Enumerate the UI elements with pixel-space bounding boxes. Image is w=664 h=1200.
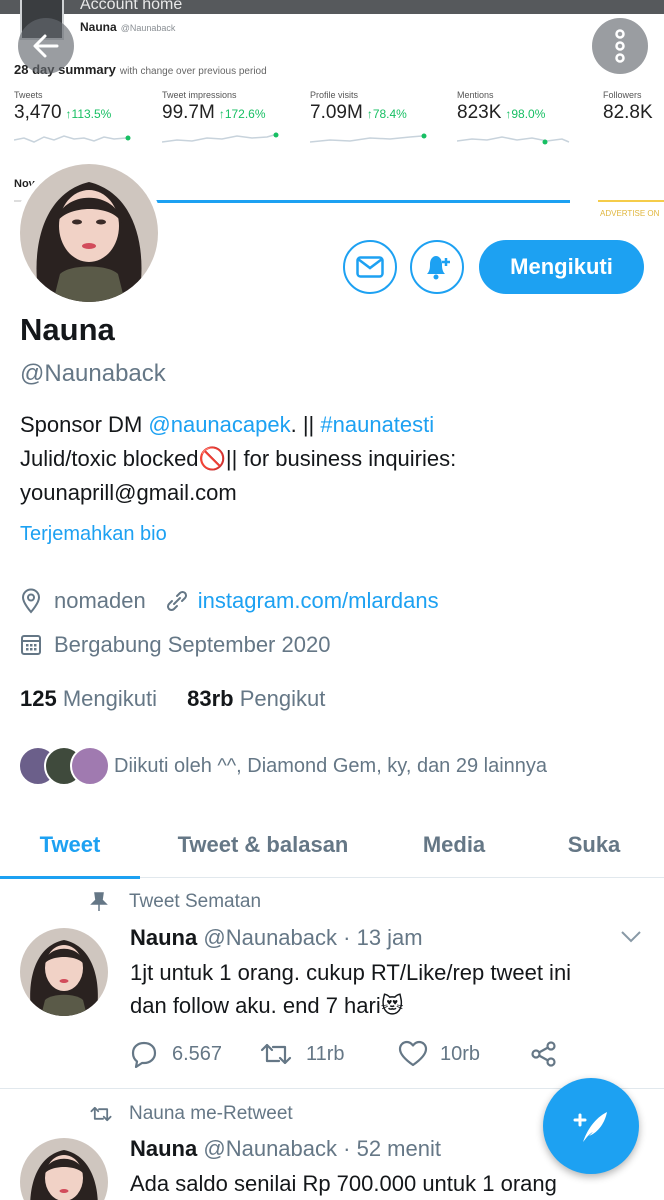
reply-button[interactable]: 6.567 — [130, 1036, 222, 1072]
metric-profile-visits: Profile visits 7.09M ↑78.4% — [310, 90, 450, 148]
sparkline-icon — [310, 133, 427, 143]
tweet-text: 1jt untuk 1 orang. cukup RT/Like/rep twe… — [130, 960, 572, 1018]
compose-feather-icon — [573, 1112, 607, 1142]
tab-tweet-replies[interactable]: Tweet & balasan — [148, 812, 378, 878]
back-button[interactable] — [18, 18, 74, 74]
metric-impressions: Tweet impressions 99.7M ↑172.6% — [162, 90, 302, 148]
tweet-time: · 52 menit — [343, 1136, 441, 1161]
profile-joined-date: Bergabung September 2020 — [54, 632, 331, 657]
tweet-time: · 13 jam — [343, 925, 423, 950]
link-icon — [166, 590, 187, 612]
profile-location: nomaden — [54, 588, 146, 613]
following-button[interactable]: Mengikuti — [479, 240, 644, 294]
metric-mentions: Mentions 823K ↑98.0% — [457, 90, 597, 148]
tweet-author-name[interactable]: Nauna — [130, 1136, 197, 1161]
arrow-left-icon — [33, 34, 59, 58]
tweet-actions: 6.567 11rb 10rb — [130, 1036, 650, 1072]
metric-tweets: Tweets 3,470 ↑113.5% — [14, 90, 154, 148]
more-options-button[interactable] — [592, 18, 648, 74]
banner-progress-bar — [150, 200, 570, 203]
profile-meta-joined: Bergabung September 2020 — [20, 632, 330, 658]
calendar-icon — [21, 635, 41, 655]
chevron-down-icon[interactable] — [620, 930, 642, 944]
tweet-author-name[interactable]: Nauna — [130, 925, 197, 950]
sparkline-icon — [162, 132, 279, 143]
envelope-icon — [356, 256, 384, 278]
reply-icon — [131, 1041, 157, 1068]
profile-meta-location-website: nomaden instagram.com/mlardans — [20, 588, 439, 614]
retweet-context: Nauna me-Retweet — [90, 1103, 293, 1125]
tweet-text: Ada saldo senilai Rp 700.000 untuk 1 ora… — [130, 1171, 557, 1196]
banner-account-handle: @Naunaback — [120, 23, 176, 33]
tab-tweet[interactable]: Tweet — [0, 812, 140, 879]
sparkline-icon — [457, 136, 570, 145]
profile-photo — [20, 164, 158, 302]
retweet-button[interactable]: 11rb — [260, 1036, 345, 1072]
tweet-author-handle: @Naunaback — [203, 925, 338, 950]
profile-avatar[interactable] — [14, 158, 164, 308]
bell-plus-icon — [427, 256, 450, 280]
profile-bio: Sponsor DM @naunacapek. || #naunatesti J… — [20, 412, 457, 505]
tab-media[interactable]: Media — [396, 812, 512, 878]
retweet-icon — [90, 1106, 112, 1122]
tweet-header: Nauna @Naunaback · 13 jam — [130, 925, 423, 951]
followed-by-text: Diikuti oleh ^^, Diamond Gem, ky, dan 29… — [114, 754, 548, 777]
bio-hashtag-link[interactable]: #naunatesti — [320, 412, 434, 437]
pin-icon — [90, 892, 108, 911]
more-vertical-icon — [615, 29, 625, 63]
translate-bio-link[interactable]: Terjemahkan bio — [20, 523, 167, 546]
profile-website-link[interactable]: instagram.com/mlardans — [198, 588, 439, 614]
notifications-button[interactable] — [410, 240, 464, 294]
tweet-avatar[interactable] — [20, 928, 108, 1016]
metric-followers: Followers 82.8K — [603, 90, 653, 123]
tweet-header: Nauna @Naunaback · 52 menit — [130, 1136, 441, 1162]
avatar — [20, 928, 108, 1016]
bio-mention-link[interactable]: @naunacapek — [148, 412, 290, 437]
banner-window-title: Account home — [80, 0, 183, 13]
tab-likes[interactable]: Suka — [536, 812, 652, 878]
profile-name: Nauna — [20, 312, 115, 347]
heart-icon — [398, 1040, 428, 1067]
retweet-icon — [260, 1043, 292, 1065]
tweet-author-handle: @Naunaback — [203, 1136, 338, 1161]
banner-account-name: Nauna @Naunaback — [80, 20, 176, 34]
profile-tabs: Tweet Tweet & balasan Media Suka — [0, 812, 664, 879]
location-pin-icon — [21, 588, 41, 614]
tweet-avatar[interactable] — [20, 1138, 108, 1200]
followers-count-link[interactable]: 83rb Pengikut — [187, 686, 325, 711]
avatar — [70, 746, 110, 786]
following-count-link[interactable]: 125 Mengikuti — [20, 686, 157, 711]
followed-by-row[interactable]: Diikuti oleh ^^, Diamond Gem, ky, dan 29… — [18, 744, 547, 788]
message-button[interactable] — [343, 240, 397, 294]
banner-top-strip: Account home — [0, 0, 664, 14]
followed-by-avatars — [18, 744, 110, 788]
share-icon — [531, 1041, 556, 1067]
like-button[interactable]: 10rb — [398, 1036, 480, 1072]
share-button[interactable] — [530, 1036, 558, 1072]
avatar — [20, 1138, 108, 1200]
sparkline-icon — [14, 135, 131, 143]
banner-summary-subtitle: with change over previous period — [119, 66, 267, 77]
profile-handle: @Naunaback — [20, 360, 166, 387]
banner-advertise-bar — [598, 200, 664, 202]
pinned-tweet-context: Tweet Sematan — [90, 891, 261, 913]
profile-follow-counts: 125 Mengikuti 83rb Pengikut — [20, 686, 325, 712]
compose-tweet-button[interactable] — [543, 1078, 639, 1174]
banner-advertise-label: ADVERTISE ON — [600, 209, 660, 218]
